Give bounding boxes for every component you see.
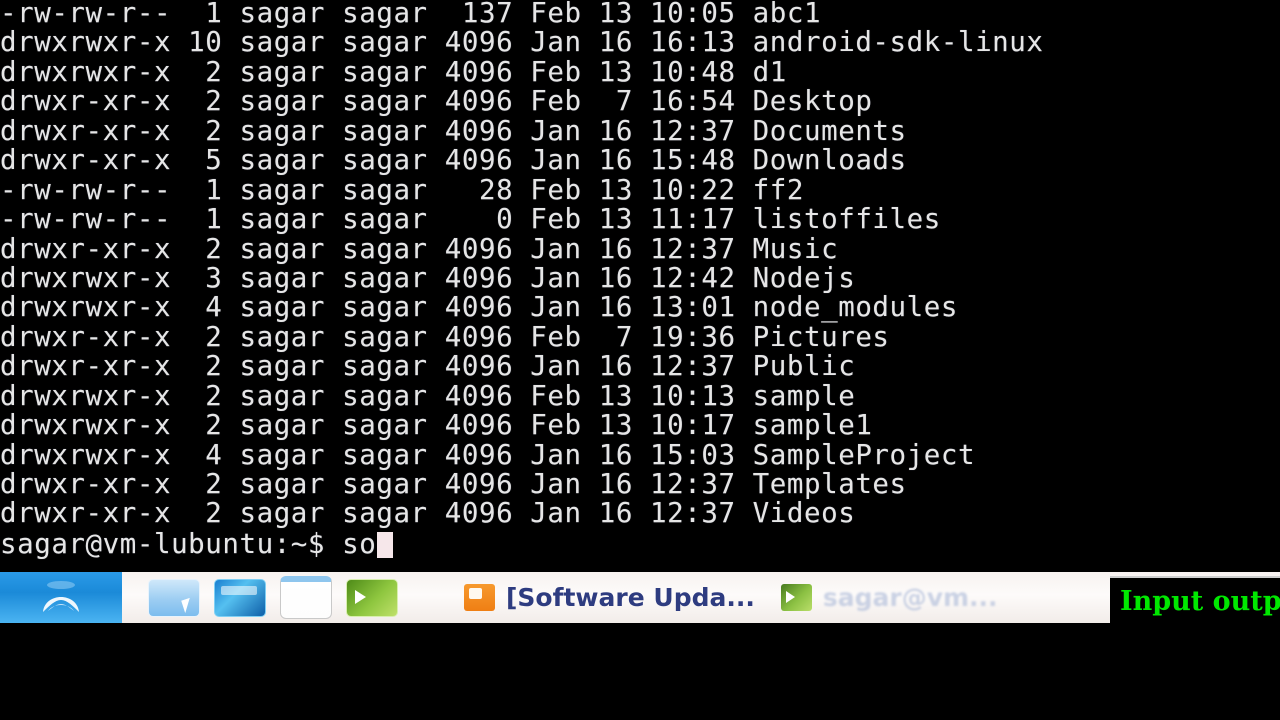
terminal-line: drwxrwxr-x 2 sagar sagar 4096 Feb 13 10:… [0,55,787,88]
web-browser-icon[interactable] [214,578,266,617]
terminal-line: drwxrwxr-x 4 sagar sagar 4096 Jan 16 13:… [0,291,958,324]
terminal-icon[interactable] [346,578,398,617]
terminal-line: drwxr-xr-x 2 sagar sagar 4096 Feb 7 16:5… [0,85,873,118]
terminal-line: drwxr-xr-x 5 sagar sagar 4096 Jan 16 15:… [0,144,907,177]
window-button-label: sagar@vm... [822,583,998,612]
terminal-prompt-line[interactable]: sagar@vm-lubuntu:~$ so [0,527,1280,560]
terminal-window[interactable]: -rw-rw-r-- 1 sagar sagar 137 Feb 13 10:0… [0,0,1280,572]
text-editor-icon[interactable] [280,576,332,619]
file-manager-icon[interactable] [148,578,200,617]
terminal-line: drwxr-xr-x 2 sagar sagar 4096 Jan 16 12:… [0,114,907,147]
software-updater-icon [464,584,495,611]
caption-text: Input outpu [1120,585,1280,617]
terminal-line: -rw-rw-r-- 1 sagar sagar 28 Feb 13 10:22… [0,173,805,206]
terminal-line: drwxrwxr-x 4 sagar sagar 4096 Jan 16 15:… [0,438,976,471]
text-cursor [377,531,394,558]
window-button-terminal[interactable]: sagar@vm... [773,578,1006,618]
terminal-line: drwxrwxr-x 10 sagar sagar 4096 Jan 16 16… [0,26,1044,59]
terminal-line: -rw-rw-r-- 1 sagar sagar 137 Feb 13 10:0… [0,0,822,29]
terminal-line: drwxr-xr-x 2 sagar sagar 4096 Jan 16 12:… [0,468,907,500]
typed-command: so [342,527,377,560]
terminal-output: -rw-rw-r-- 1 sagar sagar 137 Feb 13 10:0… [0,0,1280,559]
terminal-line: drwxrwxr-x 3 sagar sagar 4096 Jan 16 12:… [0,261,856,294]
terminal-line: drwxr-xr-x 2 sagar sagar 4096 Jan 16 12:… [0,232,839,265]
window-button-software-updater[interactable]: [Software Upda... [456,578,763,618]
terminal-line: -rw-rw-r-- 1 sagar sagar 0 Feb 13 11:17 … [0,203,941,236]
terminal-line: drwxrwxr-x 2 sagar sagar 4096 Feb 13 10:… [0,379,856,412]
window-button-label: [Software Upda... [506,583,755,612]
terminal-icon [780,584,812,611]
caption-overlay: Input outpu [1110,576,1280,624]
screen: -rw-rw-r-- 1 sagar sagar 137 Feb 13 10:0… [0,0,1280,720]
terminal-line: drwxr-xr-x 2 sagar sagar 4096 Feb 7 19:3… [0,320,890,353]
lubuntu-logo-icon [43,580,79,612]
terminal-line: drwxr-xr-x 2 sagar sagar 4096 Jan 16 12:… [0,350,856,383]
start-menu-button[interactable] [0,572,122,623]
bottom-letterbox [0,623,1280,720]
terminal-line: drwxrwxr-x 2 sagar sagar 4096 Feb 13 10:… [0,409,873,442]
launcher-tray [122,572,398,623]
taskbar: [Software Upda... sagar@vm... [0,572,1280,623]
terminal-line: drwxr-xr-x 2 sagar sagar 4096 Jan 16 12:… [0,497,856,530]
prompt-string: sagar@vm-lubuntu:~$ [0,527,343,560]
